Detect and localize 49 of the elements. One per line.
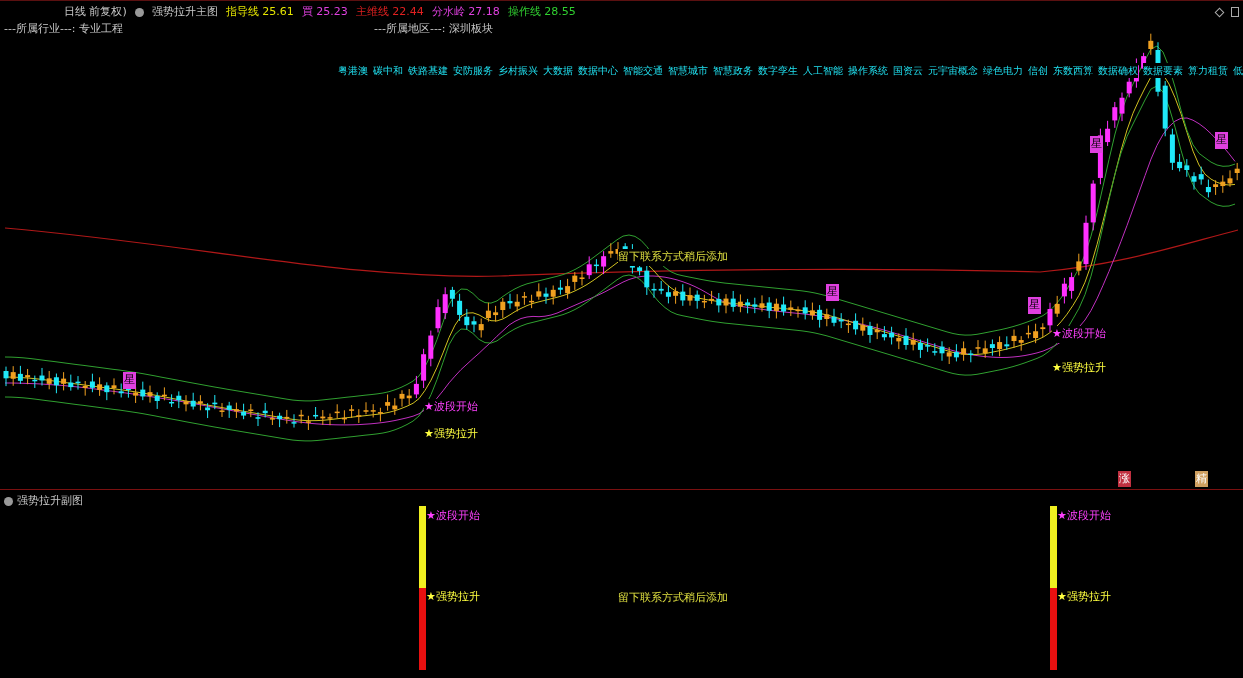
- concept-tag: 数字孪生: [758, 63, 798, 78]
- concept-tag: 算力租赁: [1188, 63, 1228, 78]
- indicator-value: 分水岭 27.18: [431, 4, 500, 20]
- concept-tag: 智慧政务: [713, 63, 753, 78]
- subchart-title: 强势拉升副图: [17, 493, 83, 509]
- concept-tag: 智慧城市: [668, 63, 708, 78]
- indicator-value: 指导线 25.61: [225, 4, 294, 20]
- indicator-value: 操作线 28.55: [507, 4, 576, 20]
- concept-tag: 铁路基建: [408, 63, 448, 78]
- concept-tag: 粤港澳: [338, 63, 368, 78]
- concept-tag: 智能交通: [623, 63, 663, 78]
- industry-label: ---所属行业---: 专业工程: [4, 20, 125, 37]
- chart-annotation: 星: [826, 284, 839, 301]
- chart-annotation: 留下联系方式稍后添加: [618, 590, 728, 606]
- concept-tag: 大数据: [543, 63, 573, 78]
- signal-label: ★强势拉升: [426, 588, 480, 605]
- signal-label: ★强势拉升: [1057, 588, 1111, 605]
- concept-tag: 人工智能: [803, 63, 843, 78]
- period-label: 日线 前复权): [64, 4, 127, 20]
- panel-icon[interactable]: [1231, 7, 1239, 18]
- chart-annotation: 星: [1028, 297, 1041, 314]
- footer-mark: 涨: [1118, 470, 1131, 487]
- concept-tag: 数据中心: [578, 63, 618, 78]
- concept-tag: 数据确权: [1098, 63, 1138, 78]
- chart-annotation: ★波段开始: [1052, 326, 1106, 343]
- signal-label: ★波段开始: [1057, 508, 1111, 524]
- signal-label: ★波段开始: [426, 508, 480, 524]
- collapse-icon[interactable]: [4, 496, 13, 506]
- chart-annotation: 星: [123, 372, 136, 389]
- concept-tag: 元宇宙概念: [928, 63, 978, 78]
- concept-tag: 操作系统: [848, 63, 888, 78]
- concept-tag: 信创: [1028, 63, 1048, 78]
- chart-annotation: 星: [1090, 136, 1103, 153]
- indicator-value: 買 25.23: [301, 4, 348, 20]
- indicator-title: 强势拉升主图: [151, 4, 218, 20]
- concept-tag: 碳中和: [373, 63, 403, 78]
- concept-tag: 绿色电力: [983, 63, 1023, 78]
- concept-tag: 国资云: [893, 63, 923, 78]
- concept-tag: 低: [1233, 63, 1243, 78]
- footer-mark: 精: [1195, 470, 1208, 487]
- concept-tag: 东数西算: [1053, 63, 1093, 78]
- collapse-icon[interactable]: [134, 7, 144, 17]
- region-label: ---所属地区---: 深圳板块: [374, 20, 494, 37]
- concept-tag: 乡村振兴: [498, 63, 538, 78]
- chart-annotation: 星: [1215, 132, 1228, 149]
- concept-tag: 安防服务: [453, 63, 493, 78]
- indicator-value: 主维线 22.44: [355, 4, 424, 20]
- concept-tag: 数据要素: [1143, 63, 1183, 78]
- chart-annotation: 留下联系方式稍后添加: [618, 249, 728, 266]
